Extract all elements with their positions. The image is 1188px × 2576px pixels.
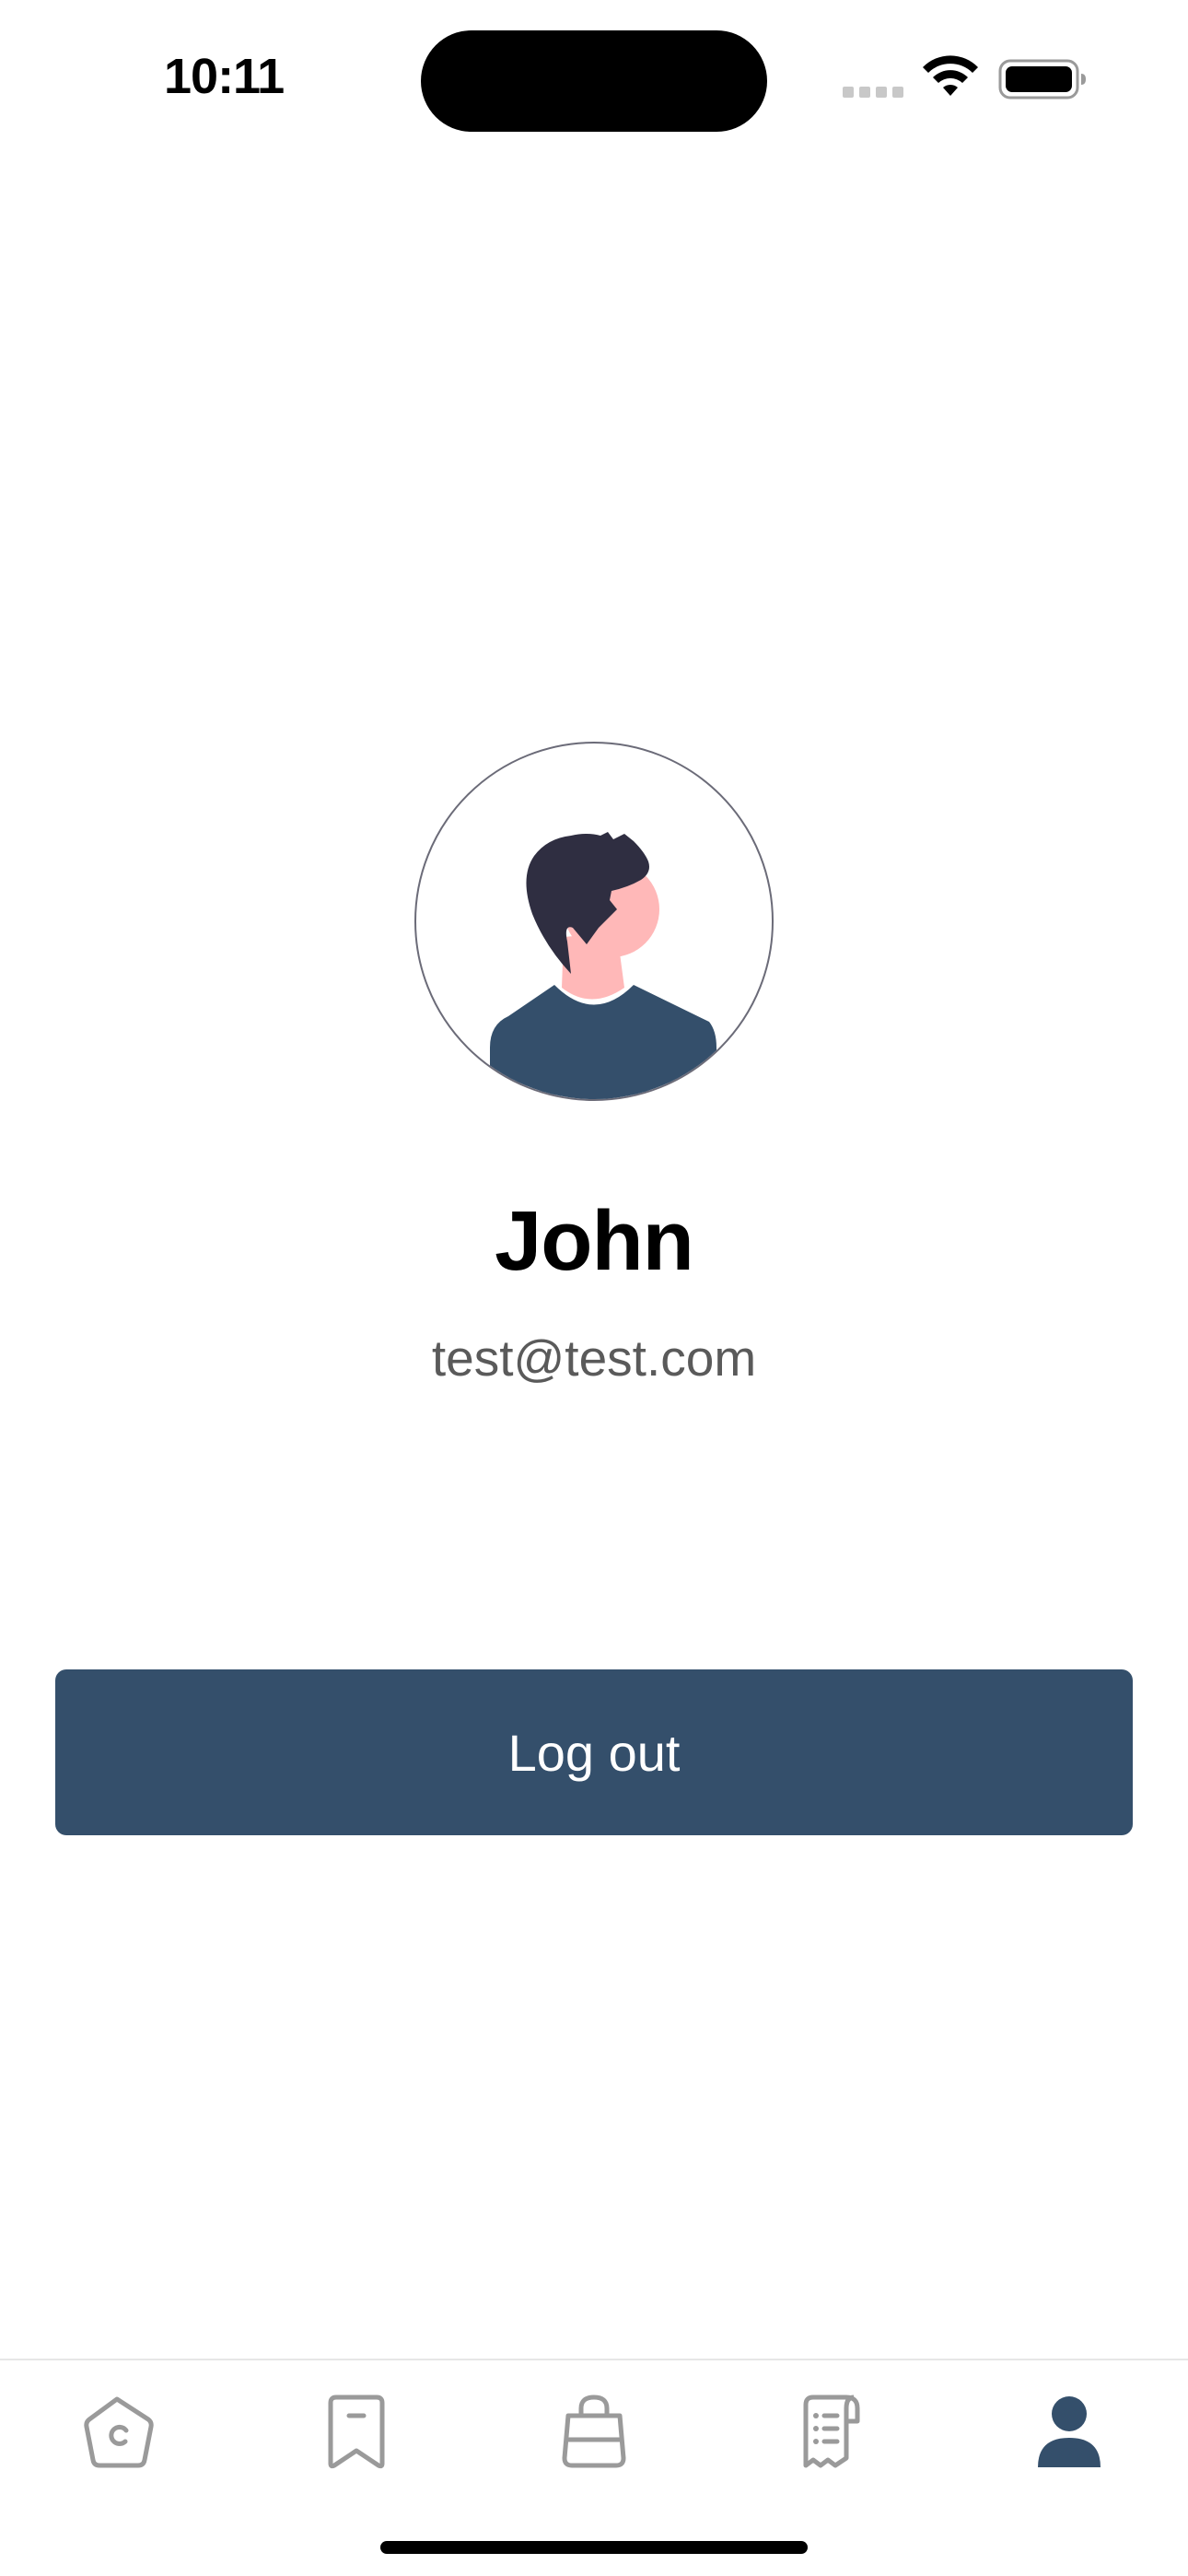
logout-button[interactable]: Log out bbox=[55, 1669, 1133, 1835]
wifi-icon bbox=[923, 55, 978, 96]
avatar bbox=[414, 742, 774, 1101]
dynamic-island bbox=[421, 30, 767, 132]
shopping-bag-icon bbox=[562, 2395, 626, 2468]
tab-shop[interactable] bbox=[548, 2386, 640, 2478]
profile-email: test@test.com bbox=[431, 1329, 757, 1387]
tab-bookmarks[interactable] bbox=[310, 2386, 402, 2478]
tab-orders[interactable] bbox=[786, 2386, 878, 2478]
profile-screen: 10:11 John test@test.com Log out bbox=[0, 0, 1188, 2576]
status-time: 10:11 bbox=[164, 49, 285, 104]
tab-home[interactable] bbox=[73, 2386, 165, 2478]
battery-icon bbox=[998, 59, 1086, 100]
person-avatar-illustration bbox=[490, 832, 716, 1099]
status-bar: 10:11 bbox=[0, 0, 1188, 157]
signal-icon bbox=[843, 87, 903, 98]
profile-icon bbox=[1038, 2396, 1101, 2467]
profile-name: John bbox=[495, 1194, 694, 1288]
home-icon bbox=[84, 2396, 154, 2468]
receipt-icon bbox=[803, 2395, 860, 2468]
tab-profile[interactable] bbox=[1023, 2386, 1115, 2478]
home-indicator bbox=[380, 2541, 808, 2554]
bookmark-icon bbox=[328, 2395, 385, 2469]
